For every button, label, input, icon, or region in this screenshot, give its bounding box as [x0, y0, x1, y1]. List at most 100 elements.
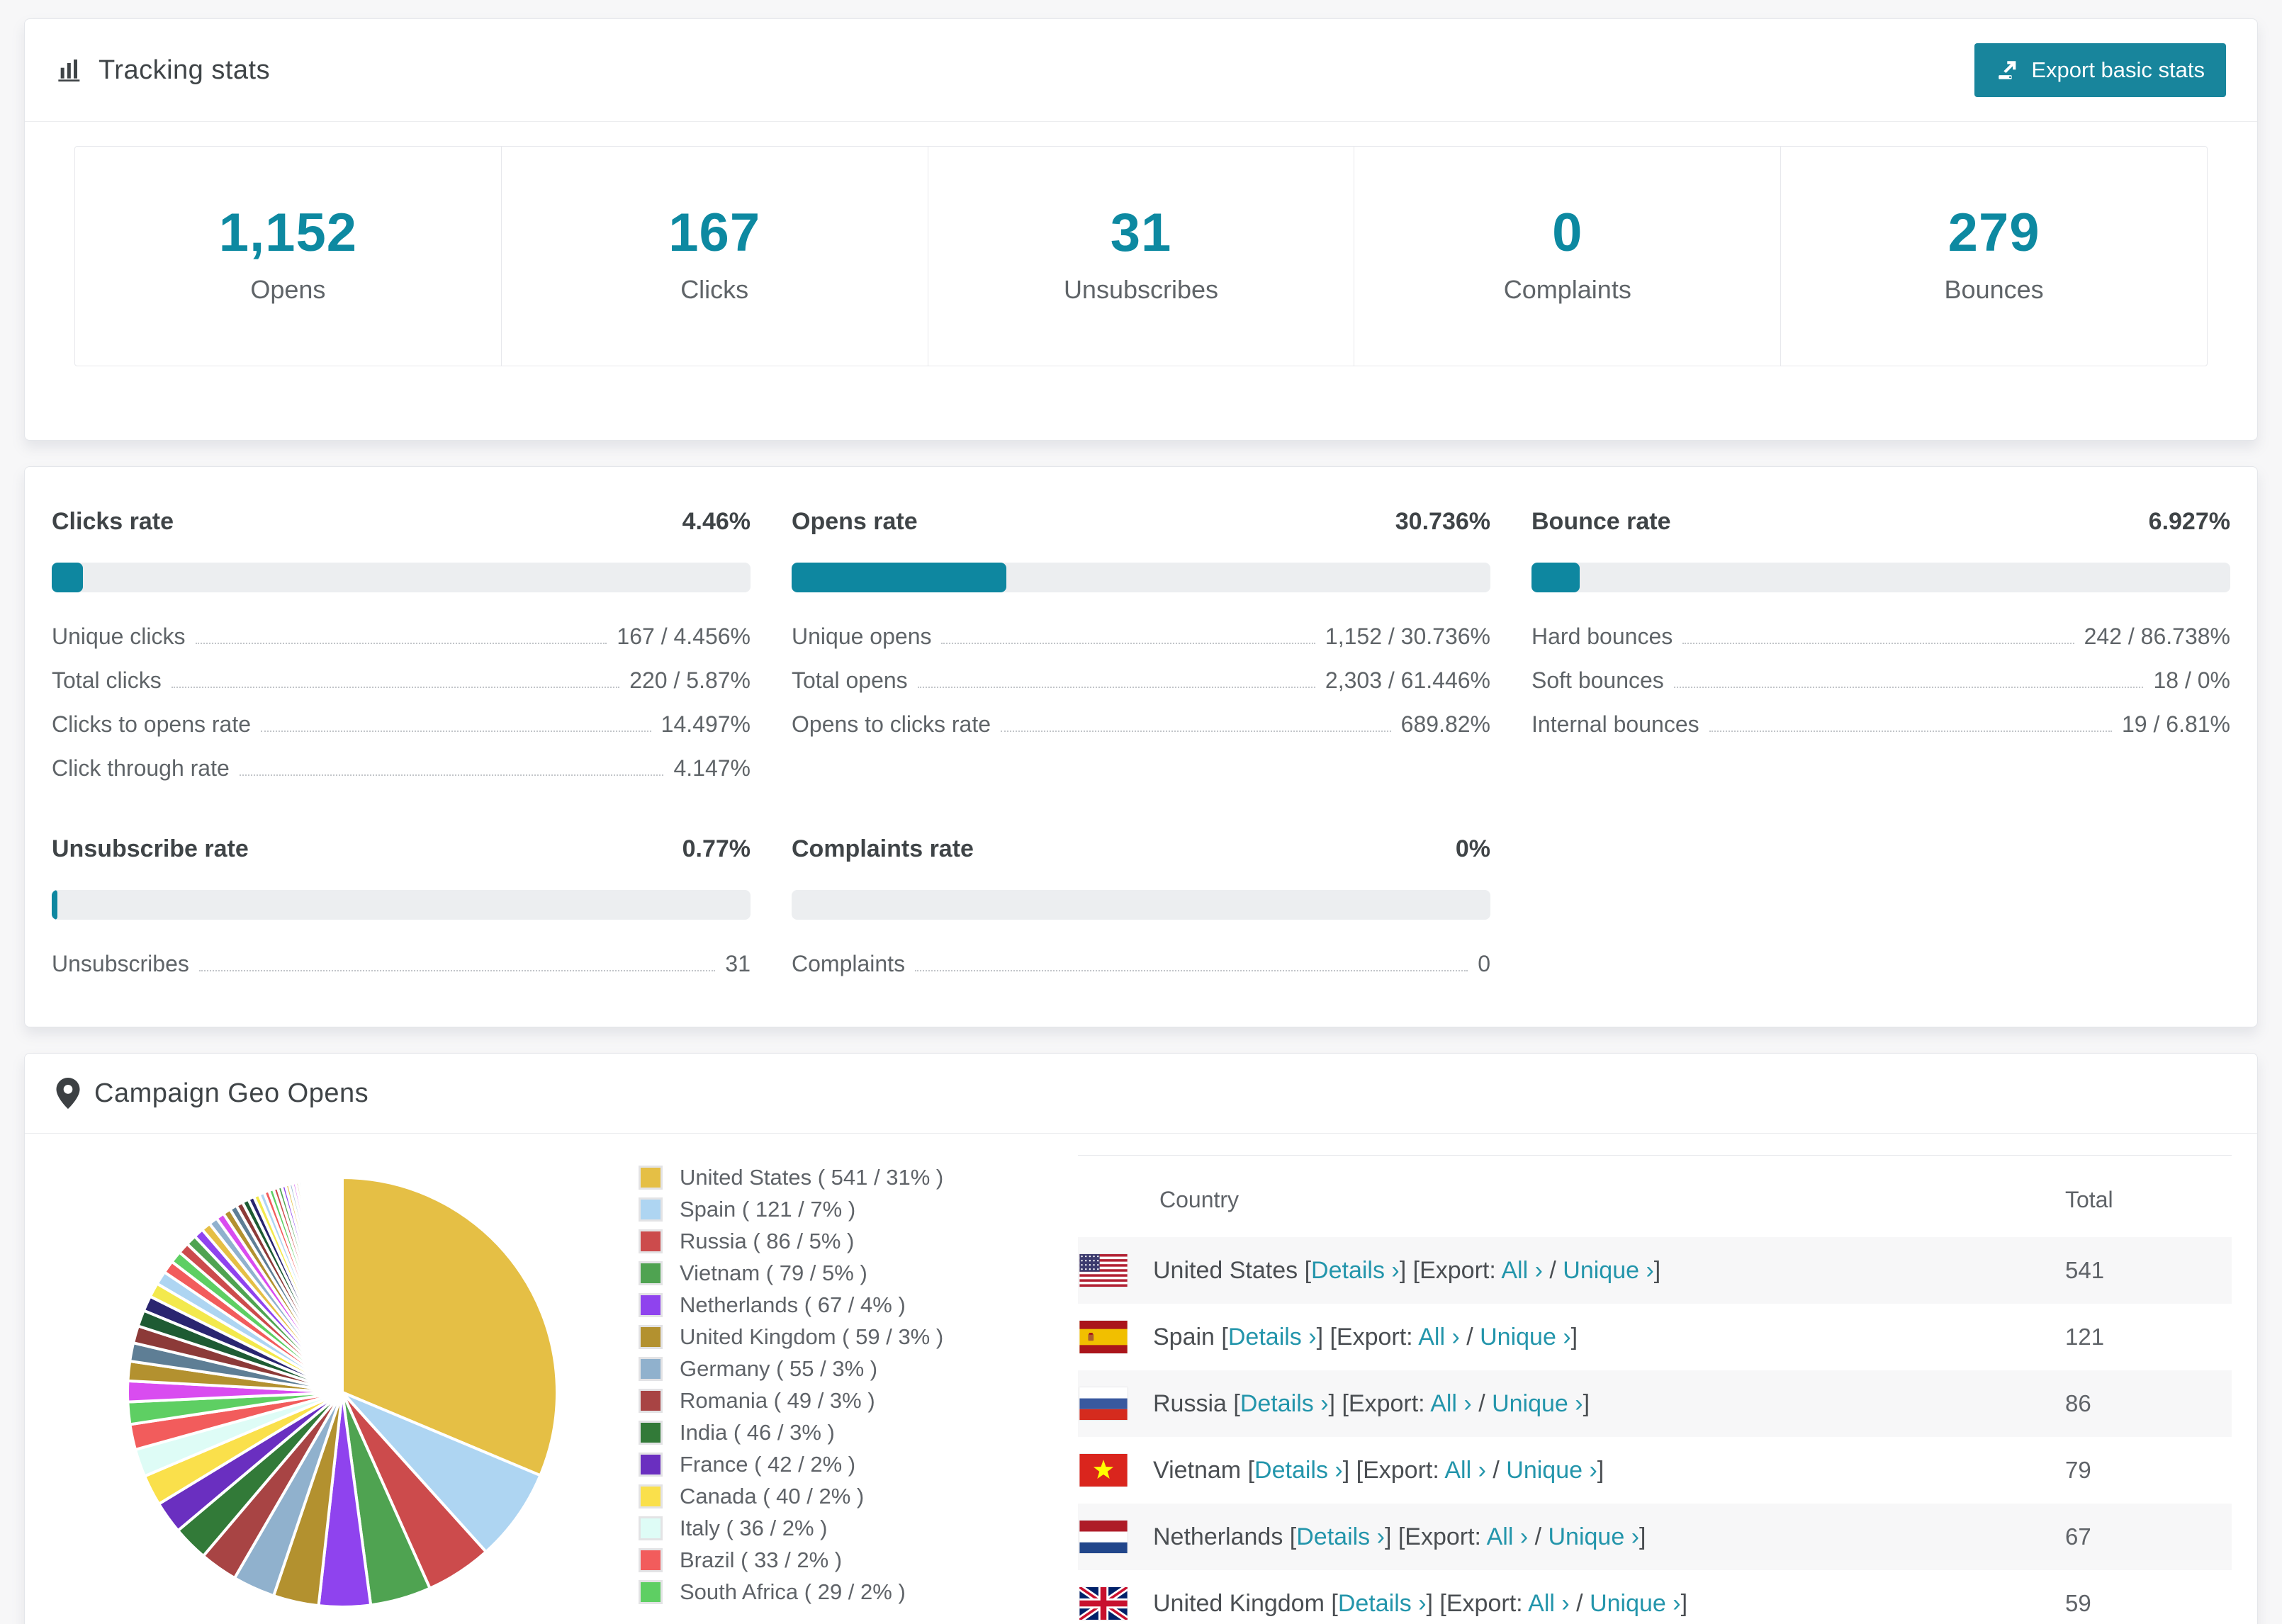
table-row: Netherlands [Details ›] [Export: All › /… [1078, 1504, 2232, 1570]
rate-stat-value: 167 / 4.456% [617, 624, 751, 649]
geo-table-header: Country Total [1078, 1156, 2232, 1237]
stat-cell: 279 Bounces [1781, 147, 2207, 366]
geo-title: Campaign Geo Opens [94, 1078, 369, 1108]
legend-item[interactable]: Germany ( 55 / 3% ) [639, 1356, 1078, 1382]
country-total: 86 [2065, 1390, 2091, 1416]
export-prefix: Export: [1420, 1256, 1496, 1284]
country-total: 79 [2065, 1457, 2091, 1483]
export-all-link[interactable]: All › [1528, 1590, 1570, 1617]
legend-item[interactable]: France ( 42 / 2% ) [639, 1452, 1078, 1477]
export-unique-link[interactable]: Unique › [1590, 1590, 1681, 1617]
export-all-link[interactable]: All › [1444, 1457, 1486, 1484]
legend-swatch [639, 1421, 663, 1445]
rate-stat-value: 0 [1478, 951, 1490, 976]
legend-item[interactable]: Italy ( 36 / 2% ) [639, 1516, 1078, 1541]
legend-item[interactable]: Brazil ( 33 / 2% ) [639, 1547, 1078, 1573]
legend-label: United States ( 541 / 31% ) [680, 1165, 944, 1190]
export-unique-link[interactable]: Unique › [1548, 1523, 1640, 1550]
legend-item[interactable]: Russia ( 86 / 5% ) [639, 1229, 1078, 1254]
details-link[interactable]: Details › [1296, 1523, 1385, 1550]
legend-swatch [639, 1580, 663, 1604]
rate-stat-value: 31 [725, 951, 751, 976]
legend-item[interactable]: Netherlands ( 67 / 4% ) [639, 1292, 1078, 1318]
page: Tracking stats Export basic stats 1,152 … [0, 0, 2282, 1624]
legend-item[interactable]: South Africa ( 29 / 2% ) [639, 1579, 1078, 1605]
export-icon [1996, 58, 2020, 82]
rate-progress-fill [52, 890, 57, 920]
details-link[interactable]: Details › [1311, 1257, 1400, 1284]
rate-progress-fill [52, 563, 83, 592]
rate-stat-row: Internal bounces 19 / 6.81% [1531, 711, 2230, 738]
legend-item[interactable]: United States ( 541 / 31% ) [639, 1165, 1078, 1190]
table-row: United States [Details ›] [Export: All ›… [1078, 1237, 2232, 1304]
details-link[interactable]: Details › [1338, 1590, 1427, 1617]
details-link[interactable]: Details › [1254, 1457, 1343, 1484]
rate-stat-row: Opens to clicks rate 689.82% [792, 711, 1490, 738]
table-row: Vietnam [Details ›] [Export: All › / Uni… [1078, 1437, 2232, 1504]
export-unique-link[interactable]: Unique › [1506, 1457, 1597, 1484]
table-row: Russia [Details ›] [Export: All › / Uniq… [1078, 1370, 2232, 1437]
country-name: Spain [1153, 1323, 1215, 1350]
rate-stat-row: Unique clicks 167 / 4.456% [52, 624, 751, 650]
map-pin-icon [56, 1078, 80, 1109]
rate-stat-label: Unique opens [792, 624, 932, 649]
stat-value: 1,152 [218, 203, 357, 263]
legend-swatch [639, 1293, 663, 1317]
dotted-leader [1682, 643, 2074, 644]
export-unique-link[interactable]: Unique › [1480, 1324, 1571, 1350]
dotted-leader [915, 970, 1468, 971]
country-name: Netherlands [1153, 1523, 1283, 1550]
export-all-link[interactable]: All › [1487, 1523, 1529, 1550]
stat-value: 0 [1552, 203, 1583, 263]
geo-content: United States ( 541 / 31% ) Spain ( 121 … [25, 1134, 2257, 1624]
page-title: Tracking stats [99, 55, 271, 85]
rate-value: 6.927% [2148, 508, 2230, 535]
export-unique-link[interactable]: Unique › [1492, 1390, 1583, 1417]
legend-item[interactable]: Canada ( 40 / 2% ) [639, 1484, 1078, 1509]
legend-item[interactable]: India ( 46 / 3% ) [639, 1420, 1078, 1445]
rate-stat-value: 689.82% [1400, 711, 1490, 737]
rate-stat-row: Click through rate 4.147% [52, 755, 751, 782]
legend-swatch [639, 1357, 663, 1381]
rates-card: Clicks rate 4.46% Unique clicks 167 / 4.… [24, 466, 2258, 1027]
dotted-leader [1001, 731, 1391, 732]
country-flag-icon [1079, 1254, 1128, 1287]
rate-stat-value: 14.497% [661, 711, 751, 737]
legend-label: Spain ( 121 / 7% ) [680, 1197, 856, 1222]
geo-table-rows: United States [Details ›] [Export: All ›… [1078, 1237, 2232, 1624]
rate-stat-value: 18 / 0% [2153, 667, 2230, 693]
rate-stat-value: 242 / 86.738% [2084, 624, 2230, 649]
export-all-link[interactable]: All › [1430, 1390, 1472, 1417]
rate-stat-value: 19 / 6.81% [2122, 711, 2230, 737]
export-prefix: Export: [1405, 1523, 1482, 1550]
rate-progress-bar [792, 890, 1490, 920]
legend-label: South Africa ( 29 / 2% ) [680, 1579, 906, 1604]
export-all-link[interactable]: All › [1501, 1257, 1543, 1284]
country-flag-icon [1079, 1454, 1128, 1487]
export-all-link[interactable]: All › [1418, 1324, 1460, 1350]
rate-stat-row: Complaints 0 [792, 951, 1490, 977]
legend-item[interactable]: Vietnam ( 79 / 5% ) [639, 1261, 1078, 1286]
rate-stat-row: Total opens 2,303 / 61.446% [792, 667, 1490, 694]
stat-cell: 167 Clicks [502, 147, 928, 366]
details-link[interactable]: Details › [1240, 1390, 1329, 1417]
legend-label: Netherlands ( 67 / 4% ) [680, 1292, 906, 1317]
legend-item[interactable]: United Kingdom ( 59 / 3% ) [639, 1324, 1078, 1350]
details-link[interactable]: Details › [1228, 1324, 1317, 1350]
export-basic-stats-button[interactable]: Export basic stats [1974, 43, 2226, 97]
stat-cell: 1,152 Opens [75, 147, 502, 366]
column-header-total: Total [2065, 1187, 2113, 1212]
bar-chart-icon [56, 56, 84, 84]
geo-legend: United States ( 541 / 31% ) Spain ( 121 … [639, 1165, 1078, 1611]
export-unique-link[interactable]: Unique › [1563, 1257, 1654, 1284]
country-flag-icon [1079, 1387, 1128, 1420]
rate-stat-value: 220 / 5.87% [629, 667, 751, 693]
legend-swatch [639, 1389, 663, 1413]
legend-swatch [639, 1516, 663, 1540]
rate-title: Clicks rate [52, 508, 174, 535]
legend-item[interactable]: Romania ( 49 / 3% ) [639, 1388, 1078, 1414]
legend-item[interactable]: Spain ( 121 / 7% ) [639, 1197, 1078, 1222]
rate-value: 4.46% [682, 508, 751, 535]
legend-swatch [639, 1453, 663, 1477]
rate-progress-bar [52, 890, 751, 920]
